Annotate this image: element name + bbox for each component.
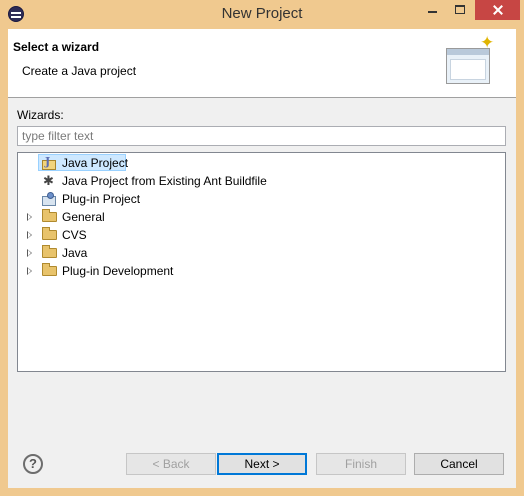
tree-item-java-project[interactable]: J Java Project [18,154,505,172]
finish-button[interactable]: Finish [316,453,406,475]
close-button[interactable] [475,0,520,20]
expand-arrow-icon[interactable] [27,267,32,275]
tree-item-general[interactable]: General [18,208,505,226]
folder-icon [42,263,57,276]
tree-item-java-project-ant[interactable]: ✱ Java Project from Existing Ant Buildfi… [18,172,505,190]
tree-item-label: Plug-in Project [62,192,141,206]
tree-item-label: General [62,210,105,224]
minimize-button[interactable] [420,0,446,20]
header-description: Create a Java project [22,64,137,78]
wizard-banner-icon: ✦ [442,34,500,92]
tree-item-plugin-development[interactable]: Plug-in Development [18,262,505,280]
tree-item-label: Plug-in Development [62,264,174,278]
wizards-label: Wizards: [17,108,64,122]
tree-item-label: Java Project from Existing Ant Buildfile [62,174,267,188]
tree-item-label: CVS [62,228,87,242]
folder-icon [42,227,57,240]
tree-item-plugin-project[interactable]: Plug-in Project [18,190,505,208]
folder-icon [42,209,57,222]
tree-item-label: Java [62,246,88,260]
expand-arrow-icon[interactable] [27,231,32,239]
cancel-button[interactable]: Cancel [414,453,504,475]
plugin-project-icon [42,192,57,206]
maximize-button[interactable] [447,0,473,20]
tree-item-java[interactable]: Java [18,244,505,262]
expand-arrow-icon[interactable] [27,213,32,221]
back-button[interactable]: < Back [126,453,216,475]
folder-icon [42,245,57,258]
help-button[interactable]: ? [23,454,43,474]
tree-item-cvs[interactable]: CVS [18,226,505,244]
wizard-tree[interactable]: J Java Project ✱ Java Project from Exist… [17,152,506,372]
ant-icon: ✱ [43,173,54,188]
tree-item-label: Java Project [62,156,129,170]
wizard-header: Select a wizard Create a Java project ✦ [8,29,516,98]
filter-input[interactable] [17,126,506,146]
expand-arrow-icon[interactable] [27,249,32,257]
java-project-icon: J [42,155,57,170]
dialog-window: New Project Select a wizard Create a Jav… [0,0,524,496]
next-button[interactable]: Next > [217,453,307,475]
header-title: Select a wizard [13,40,100,54]
dialog-content: Select a wizard Create a Java project ✦ … [8,29,516,488]
title-bar[interactable]: New Project [0,0,524,28]
